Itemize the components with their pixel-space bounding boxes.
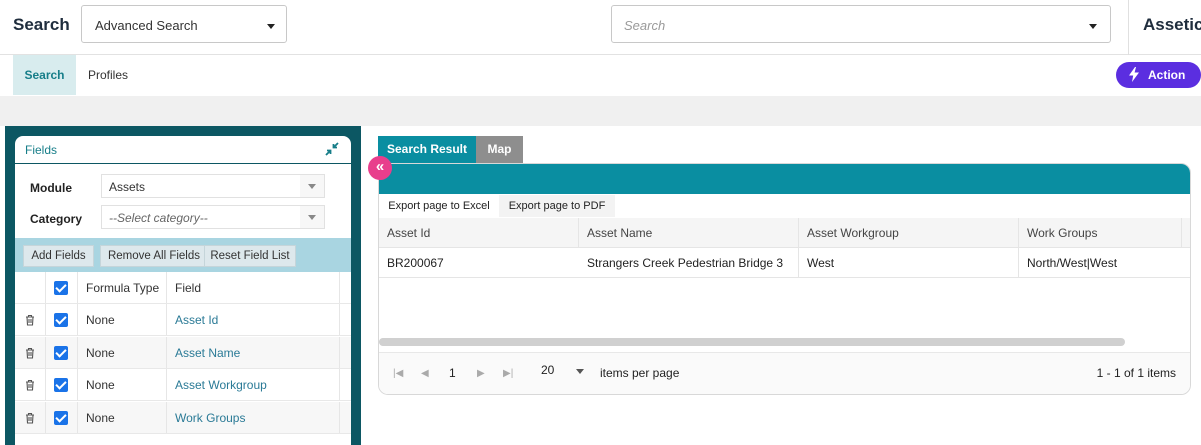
module-select[interactable]: Assets: [101, 174, 325, 198]
module-label: Module: [30, 181, 72, 195]
field-link[interactable]: Asset Name: [175, 346, 240, 360]
brand-logo: Assetic: [1143, 15, 1201, 34]
action-button-label: Action: [1148, 68, 1186, 82]
select-all-checkbox[interactable]: [54, 281, 68, 295]
current-page[interactable]: 1: [449, 366, 456, 380]
search-input[interactable]: [624, 16, 1064, 34]
tab-map[interactable]: Map: [476, 136, 523, 163]
field-link[interactable]: Work Groups: [175, 411, 245, 425]
action-button[interactable]: Action: [1116, 62, 1201, 88]
chevron-down-icon: [300, 206, 324, 228]
search-results-panel: Export page to Excel Export page to PDF …: [378, 163, 1191, 395]
first-page-icon[interactable]: |◀: [393, 368, 403, 379]
column-header-field[interactable]: Field: [175, 281, 201, 295]
work-groups: North/West|West: [1027, 256, 1118, 270]
fields-panel-container: Fields Module Assets Category --Select c…: [5, 126, 361, 445]
chevron-down-icon: [267, 24, 275, 29]
row-checkbox[interactable]: [54, 346, 68, 360]
search-combobox[interactable]: [611, 5, 1111, 43]
reset-field-list-button[interactable]: Reset Field List: [204, 245, 296, 267]
top-bar: Search Advanced Search Assetic: [0, 0, 1201, 55]
fields-toolbar: Add Fields Remove All Fields Reset Field…: [15, 238, 351, 272]
chevron-down-icon: [300, 175, 324, 197]
asset-workgroup: West: [807, 256, 835, 270]
field-link[interactable]: Asset Id: [175, 313, 218, 327]
grid-header: Asset Id Asset Name Asset Workgroup Work…: [379, 218, 1190, 248]
table-row: None Asset Id: [15, 304, 351, 336]
column-header-asset-id[interactable]: Asset Id: [387, 226, 430, 240]
table-row: None Asset Workgroup: [15, 369, 351, 401]
next-page-icon[interactable]: ▶: [477, 368, 485, 379]
double-chevron-left-icon: «: [375, 158, 385, 175]
module-value: Assets: [109, 180, 146, 194]
items-count: 1 - 1 of 1 items: [1096, 366, 1176, 380]
column-header-work-groups[interactable]: Work Groups: [1027, 226, 1097, 240]
fields-panel-title: Fields: [25, 143, 58, 157]
column-header-asset-workgroup[interactable]: Asset Workgroup: [807, 226, 899, 240]
table-row: None Work Groups: [15, 402, 351, 434]
pager: |◀ ◀ 1 ▶ ▶| 20 items per page 1 - 1 of 1…: [379, 352, 1190, 394]
category-select[interactable]: --Select category--: [101, 205, 325, 229]
category-placeholder: --Select category--: [109, 211, 208, 225]
trash-icon[interactable]: [25, 314, 35, 326]
page-size-select[interactable]: 20: [541, 363, 554, 377]
export-pdf-button[interactable]: Export page to PDF: [499, 195, 615, 217]
formula-type: None: [86, 346, 115, 360]
category-label: Category: [30, 212, 83, 226]
remove-all-fields-button[interactable]: Remove All Fields: [100, 245, 208, 267]
chevron-down-icon[interactable]: [576, 369, 584, 374]
table-row: None Asset Name: [15, 337, 351, 369]
column-header-asset-name[interactable]: Asset Name: [587, 226, 652, 240]
export-excel-button[interactable]: Export page to Excel: [379, 195, 499, 217]
collapse-panel-button[interactable]: «: [368, 156, 392, 180]
row-checkbox[interactable]: [54, 411, 68, 425]
formula-type: None: [86, 313, 115, 327]
fields-panel-header: Fields: [15, 136, 351, 164]
search-mode-value: Advanced Search: [95, 18, 198, 33]
tab-search[interactable]: Search: [13, 55, 76, 95]
column-header-formula-type[interactable]: Formula Type: [86, 281, 159, 295]
field-link[interactable]: Asset Workgroup: [175, 378, 267, 392]
content-spacer: [0, 96, 1201, 126]
page-title: Search: [13, 15, 70, 34]
category-row: Category --Select category--: [15, 205, 351, 231]
tab-profiles[interactable]: Profiles: [88, 55, 128, 95]
asset-id-link[interactable]: BR200067: [387, 256, 444, 270]
results-header-bar: [379, 164, 1190, 194]
trash-icon[interactable]: [25, 412, 35, 424]
trash-icon[interactable]: [25, 347, 35, 359]
add-fields-button[interactable]: Add Fields: [23, 245, 94, 267]
chevron-down-icon[interactable]: [1089, 24, 1097, 29]
asset-name: Strangers Creek Pedestrian Bridge 3: [587, 256, 784, 270]
lightning-icon: [1129, 67, 1139, 82]
module-row: Module Assets: [15, 174, 351, 200]
trash-icon[interactable]: [25, 379, 35, 391]
tab-search-result[interactable]: Search Result: [378, 136, 476, 163]
divider: [1128, 0, 1129, 55]
sub-navigation: Search Profiles Action: [0, 55, 1201, 96]
collapse-icon[interactable]: [325, 142, 339, 156]
formula-type: None: [86, 378, 115, 392]
row-checkbox[interactable]: [54, 313, 68, 327]
horizontal-scrollbar[interactable]: [379, 338, 1125, 346]
fields-panel: Fields Module Assets Category --Select c…: [15, 136, 351, 445]
items-per-page-label: items per page: [600, 366, 680, 380]
search-mode-dropdown[interactable]: Advanced Search: [81, 5, 287, 43]
table-header: Formula Type Field: [15, 272, 351, 304]
formula-type: None: [86, 411, 115, 425]
table-row: BR200067 Strangers Creek Pedestrian Brid…: [379, 248, 1190, 278]
prev-page-icon[interactable]: ◀: [421, 368, 429, 379]
row-checkbox[interactable]: [54, 378, 68, 392]
last-page-icon[interactable]: ▶|: [503, 368, 513, 379]
